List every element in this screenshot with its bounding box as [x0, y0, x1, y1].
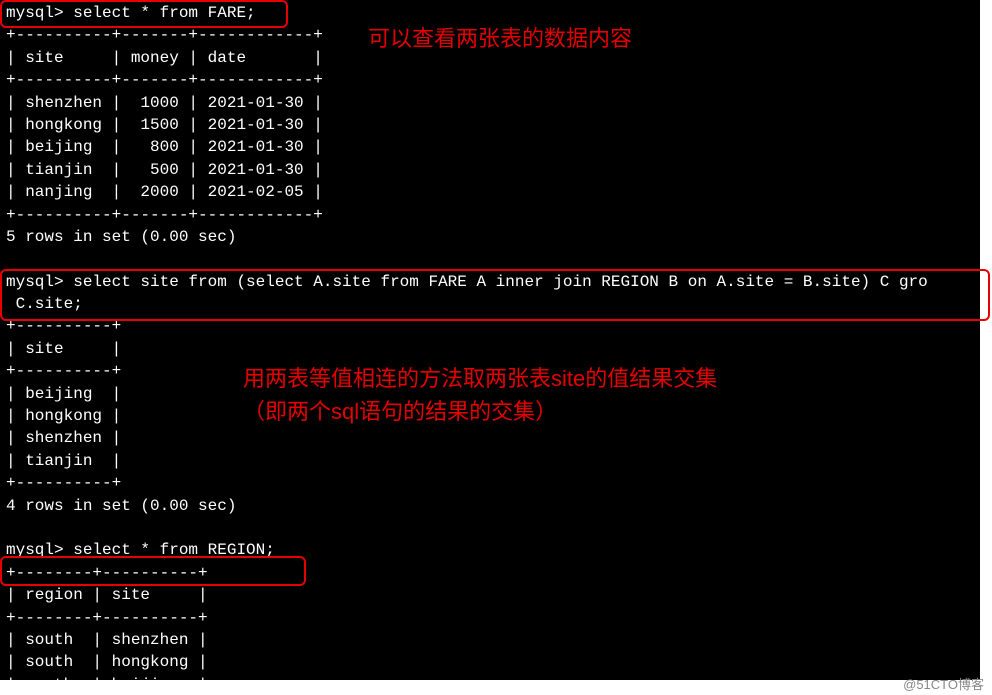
table2-footer: 4 rows in set (0.00 sec)	[6, 497, 236, 515]
table1-row: | shenzhen | 1000 | 2021-01-30 |	[6, 94, 323, 112]
table2-row: | hongkong |	[6, 407, 121, 425]
table1-header: | site | money | date |	[6, 49, 323, 67]
annotation-1: 可以查看两张表的数据内容	[368, 22, 632, 55]
table2-border: +----------+	[6, 474, 121, 492]
table3-row: | south | shenzhen |	[6, 631, 208, 649]
table2-row: | shenzhen |	[6, 429, 121, 447]
table3-border: +--------+----------+	[6, 609, 208, 627]
terminal-window: mysql> select * from FARE; +----------+-…	[0, 0, 980, 680]
table2-border: +----------+	[6, 362, 121, 380]
query-2-line1: mysql> select site from (select A.site f…	[6, 273, 928, 291]
table2-row: | beijing |	[6, 385, 121, 403]
table3-header: | region | site |	[6, 586, 208, 604]
query-2-line2: C.site;	[6, 295, 83, 313]
table1-border: +----------+-------+------------+	[6, 26, 323, 44]
table2-header: | site |	[6, 340, 121, 358]
table3-border: +--------+----------+	[6, 564, 208, 582]
table1-row: | hongkong | 1500 | 2021-01-30 |	[6, 116, 323, 134]
table1-footer: 5 rows in set (0.00 sec)	[6, 228, 236, 246]
table3-row: | south | hongkong |	[6, 653, 208, 671]
query-1: mysql> select * from FARE;	[6, 4, 256, 22]
table2-row: | tianjin |	[6, 452, 121, 470]
table2-border: +----------+	[6, 317, 121, 335]
annotation-2: 用两表等值相连的方法取两张表site的值结果交集 （即两个sql语句的结果的交集…	[243, 362, 717, 428]
table1-row: | beijing | 800 | 2021-01-30 |	[6, 138, 323, 156]
table3-row: | north | beijing |	[6, 676, 208, 680]
table1-border: +----------+-------+------------+	[6, 71, 323, 89]
table1-row: | nanjing | 2000 | 2021-02-05 |	[6, 183, 323, 201]
query-3: mysql> select * from REGION;	[6, 541, 275, 559]
table1-border: +----------+-------+------------+	[6, 206, 323, 224]
watermark: @51CTO博客	[903, 674, 984, 693]
table1-row: | tianjin | 500 | 2021-01-30 |	[6, 161, 323, 179]
